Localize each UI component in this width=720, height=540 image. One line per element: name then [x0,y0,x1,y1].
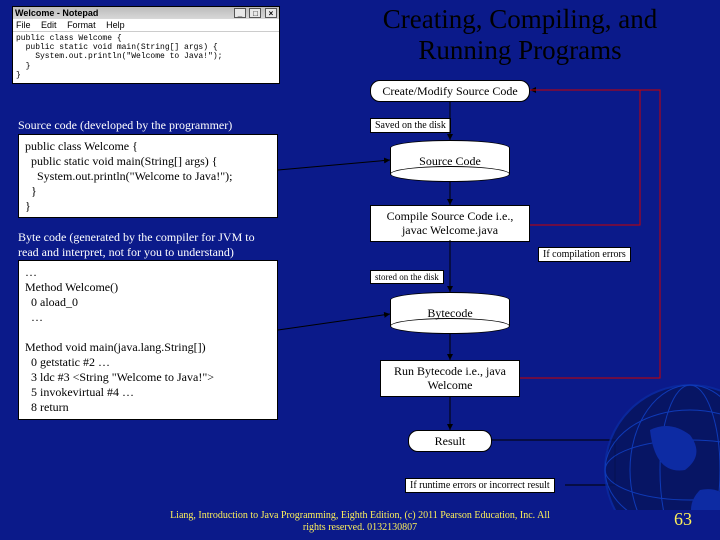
menu-edit[interactable]: Edit [41,20,57,30]
globe-icon [580,360,720,510]
notepad-titlebar: Welcome - Notepad _ □ × [13,7,279,19]
flow-result: Result [408,430,492,452]
notepad-body: public class Welcome { public static voi… [13,32,279,82]
menu-format[interactable]: Format [67,20,96,30]
slide-title: Creating, Compiling, and Running Program… [340,4,700,66]
slide-footer: Liang, Introduction to Java Programming,… [160,510,560,534]
notepad-title-text: Welcome - Notepad [15,8,98,18]
flow-source-code: Source Code [390,140,510,182]
menu-file[interactable]: File [16,20,31,30]
source-code-caption: Source code (developed by the programmer… [18,118,278,133]
minimize-icon[interactable]: _ [234,8,246,18]
flow-bytecode: Bytecode [390,292,510,334]
flow-compile-errors: If compilation errors [538,247,631,262]
bytecode-box: … Method Welcome() 0 aload_0 … Method vo… [18,260,278,420]
flow-stored-disk: stored on the disk [370,270,444,284]
window-controls: _ □ × [233,8,277,18]
flow-saved-disk: Saved on the disk [370,118,451,133]
notepad-menu: File Edit Format Help [13,19,279,32]
maximize-icon[interactable]: □ [249,8,261,18]
bytecode-caption: Byte code (generated by the compiler for… [18,230,278,260]
notepad-window: Welcome - Notepad _ □ × File Edit Format… [12,6,280,84]
close-icon[interactable]: × [265,8,277,18]
menu-help[interactable]: Help [106,20,125,30]
page-number: 63 [674,509,692,530]
source-code-box: public class Welcome { public static voi… [18,134,278,218]
flow-create: Create/Modify Source Code [370,80,530,102]
flow-compile: Compile Source Code i.e., javac Welcome.… [370,205,530,242]
flow-run: Run Bytecode i.e., java Welcome [380,360,520,397]
flow-runtime-errors: If runtime errors or incorrect result [405,478,555,493]
